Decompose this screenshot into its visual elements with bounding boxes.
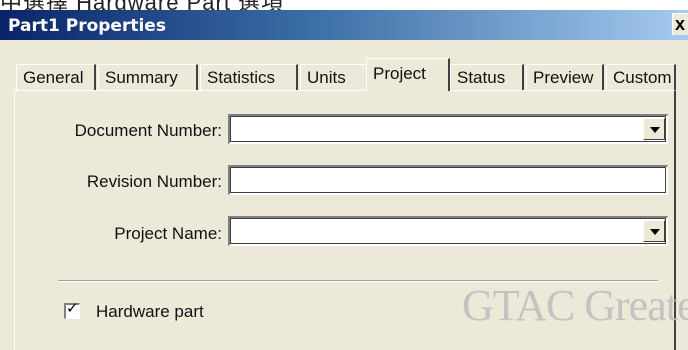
tab-strip: General Summary Statistics Units Project… — [16, 58, 676, 91]
project-name-input[interactable] — [230, 218, 667, 245]
revision-number-field[interactable] — [228, 165, 668, 195]
document-number-input[interactable] — [230, 116, 667, 143]
tab-status[interactable]: Status — [450, 64, 524, 90]
revision-number-input[interactable] — [230, 167, 667, 194]
close-button[interactable]: x — [672, 13, 688, 35]
partial-caption: 中選擇 Hardware Part 選項 — [0, 0, 688, 10]
tab-statistics[interactable]: Statistics — [200, 64, 298, 90]
tab-units[interactable]: Units — [300, 64, 368, 90]
title-bar[interactable]: Part1 Properties — [0, 10, 688, 40]
project-name-combobox[interactable] — [228, 216, 668, 246]
close-icon: x — [675, 14, 686, 34]
hardware-part-label[interactable]: Hardware part — [96, 302, 204, 322]
project-name-dropdown-button[interactable] — [643, 220, 665, 242]
hardware-part-checkbox[interactable]: ✓ — [64, 300, 80, 319]
watermark-text: GTAC Greate — [462, 281, 688, 330]
project-name-label: Project Name: — [114, 224, 222, 243]
chevron-down-icon — [650, 229, 660, 235]
revision-number-label: Revision Number: — [86, 172, 222, 191]
tab-preview[interactable]: Preview — [526, 64, 604, 90]
tab-summary[interactable]: Summary — [98, 64, 198, 90]
document-number-label: Document Number: — [74, 121, 222, 140]
tab-custom[interactable]: Custom — [606, 64, 676, 90]
document-number-combobox[interactable] — [228, 114, 668, 144]
tab-project[interactable]: Project — [366, 58, 450, 91]
chevron-down-icon — [650, 127, 660, 133]
document-number-dropdown-button[interactable] — [643, 118, 665, 140]
caption-text: 中選擇 Hardware Part 選項 — [0, 0, 284, 10]
tab-general[interactable]: General — [16, 64, 96, 90]
window-title: Part1 Properties — [8, 16, 166, 36]
checkmark-icon: ✓ — [66, 300, 79, 317]
